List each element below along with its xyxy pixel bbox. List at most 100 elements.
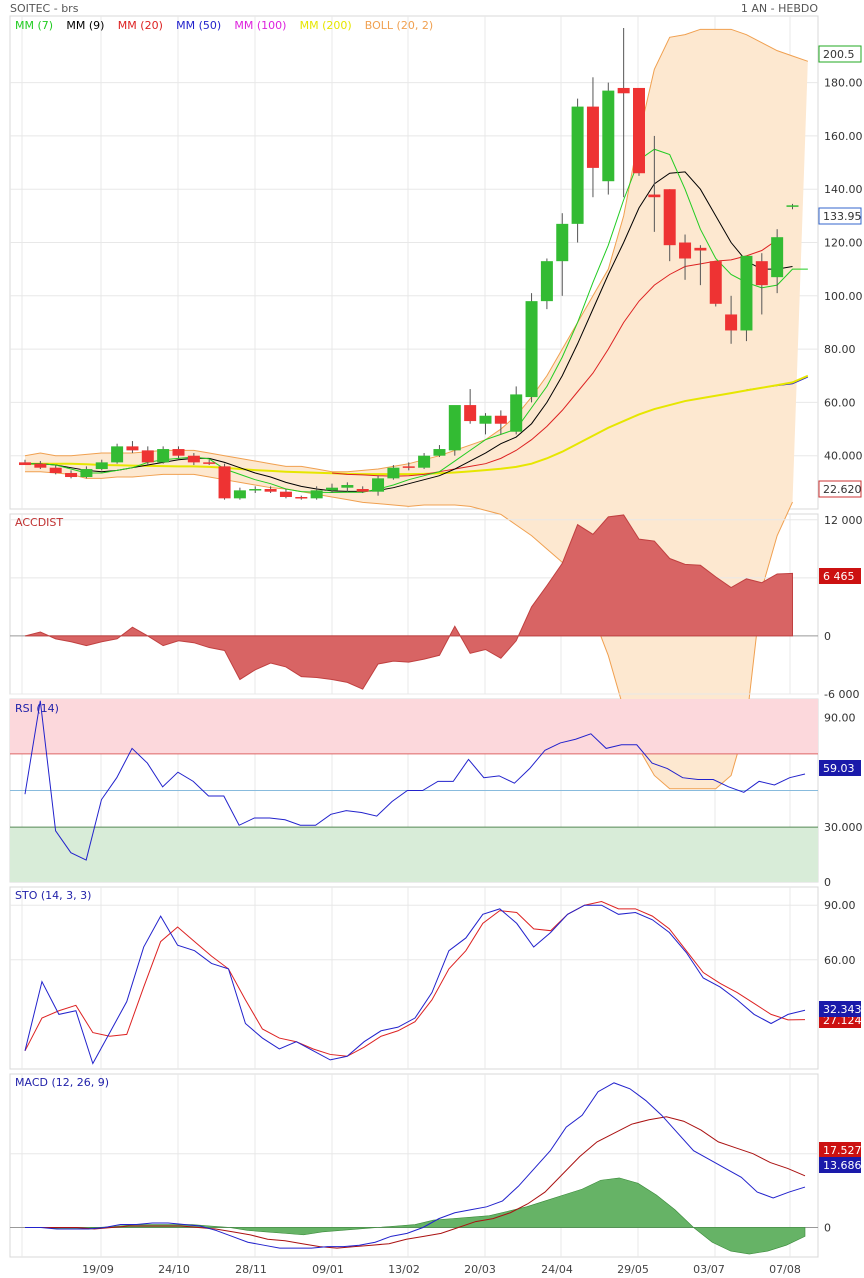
y-tick-label: 90.00 xyxy=(824,711,856,724)
candle-body xyxy=(725,314,738,331)
y-tick-label: 40.000 xyxy=(824,450,863,463)
y-tick-label: 30.000 xyxy=(824,821,863,834)
candle-body xyxy=(126,446,139,451)
x-tick-label: 24/04 xyxy=(541,1263,573,1276)
y-tick-label: 0 xyxy=(824,1221,831,1234)
y-tick-label: 0 xyxy=(824,876,831,889)
legend-item: MM (200) xyxy=(300,19,352,32)
candle-body xyxy=(494,415,507,424)
rsi-title: RSI (14) xyxy=(15,702,59,715)
candle-body xyxy=(249,489,262,491)
macd-title: MACD (12, 26, 9) xyxy=(15,1076,109,1089)
rsi-badge: 59.03 xyxy=(823,762,855,775)
chart-page: SOITEC - brs 1 AN - HEBDO 19/09 24/10 28/1… xyxy=(0,0,864,1278)
candle-body xyxy=(786,205,799,207)
y-tick-label: 12 000 xyxy=(824,514,863,527)
candle-body xyxy=(556,223,569,262)
y-tick-label: 140.00 xyxy=(824,183,863,196)
close-badge: 133.95 xyxy=(823,210,862,223)
x-tick-label: 24/10 xyxy=(158,1263,190,1276)
candle-body xyxy=(617,87,630,94)
candle-body xyxy=(141,450,154,463)
y-tick-label: 120.00 xyxy=(824,237,863,250)
candle-body xyxy=(418,455,431,468)
candle-body xyxy=(279,491,292,498)
candle-body xyxy=(648,194,661,198)
macd-badge: 13.686 xyxy=(823,1159,862,1172)
accdist-title: ACCDIST xyxy=(15,516,63,529)
candle-body xyxy=(387,467,400,479)
candle-body xyxy=(356,489,369,492)
x-tick-label: 07/08 xyxy=(769,1263,801,1276)
candle-body xyxy=(540,261,553,302)
accdist-badge: 6 465 xyxy=(823,570,855,583)
candle-body xyxy=(433,449,446,456)
candle-body xyxy=(49,467,62,474)
candle-body xyxy=(402,466,415,468)
candle-body xyxy=(464,405,477,422)
candle-body xyxy=(740,255,753,331)
legend-item: MM (100) xyxy=(234,19,286,32)
y-tick-label: 90.00 xyxy=(824,899,856,912)
x-tick-label: 19/09 xyxy=(82,1263,114,1276)
rsi-oversold-zone xyxy=(10,827,818,882)
candle-body xyxy=(694,247,707,251)
rsi-overbought-zone xyxy=(10,699,818,754)
x-tick-label: 28/11 xyxy=(235,1263,267,1276)
legend-item: MM (20) xyxy=(118,19,163,32)
y-tick-label: 60.00 xyxy=(824,396,856,409)
high-badge: 200.5 xyxy=(823,48,855,61)
candle-body xyxy=(479,415,492,424)
candle-body xyxy=(95,462,108,470)
legend-item: BOLL (20, 2) xyxy=(365,19,433,32)
candle-body xyxy=(218,466,231,499)
candle-body xyxy=(755,261,768,286)
candle-body xyxy=(34,463,47,468)
legend-item: MM (9) xyxy=(66,19,104,32)
sto-k-badge: 32.343 xyxy=(823,1003,862,1016)
candle-body xyxy=(80,469,93,478)
y-tick-label: 160.00 xyxy=(824,130,863,143)
x-tick-label: 09/01 xyxy=(312,1263,344,1276)
candle-body xyxy=(172,449,185,456)
candle-body xyxy=(65,473,78,478)
x-tick-label: 13/02 xyxy=(388,1263,420,1276)
macd-signal-badge: 17.527 xyxy=(823,1144,862,1157)
panel-frame xyxy=(9,886,819,1070)
candle-body xyxy=(187,455,200,463)
candle-body xyxy=(633,87,645,174)
candle-body xyxy=(525,301,538,398)
sto-title: STO (14, 3, 3) xyxy=(15,889,91,902)
candle-body xyxy=(264,489,277,492)
candle-body xyxy=(372,478,385,492)
candle-body xyxy=(586,106,599,168)
candle-body xyxy=(19,462,31,466)
candle-body xyxy=(510,394,523,432)
chart-svg: 19/09 24/10 28/11 09/01 13/02 20/03 24/04 29/05… xyxy=(9,15,863,1276)
candle-body xyxy=(326,487,338,491)
y-tick-label: 60.00 xyxy=(824,954,856,967)
candle-body xyxy=(571,106,584,224)
low-badge: 22.620 xyxy=(823,483,862,496)
y-tick-label: 100.00 xyxy=(824,290,863,303)
candle-body xyxy=(602,90,615,182)
candle-body xyxy=(157,449,170,463)
candle-body xyxy=(341,485,354,488)
candle-body xyxy=(295,497,308,499)
legend-item: MM (50) xyxy=(176,19,221,32)
candle-body xyxy=(771,237,784,278)
y-tick-label: 180.00 xyxy=(824,77,863,90)
x-tick-label: 29/05 xyxy=(617,1263,649,1276)
candle-body xyxy=(310,490,323,499)
x-tick-label: 03/07 xyxy=(693,1263,725,1276)
candle-body xyxy=(709,261,722,304)
legend-item: MM (7) xyxy=(15,19,53,32)
candle-body xyxy=(663,189,676,246)
candle-body xyxy=(203,462,216,464)
y-tick-label: 0 xyxy=(824,630,831,643)
candle-body xyxy=(111,446,124,463)
candle-body xyxy=(679,242,692,259)
x-tick-label: 20/03 xyxy=(464,1263,496,1276)
y-tick-label: 80.00 xyxy=(824,343,856,356)
y-tick-label: -6 000 xyxy=(824,688,859,701)
